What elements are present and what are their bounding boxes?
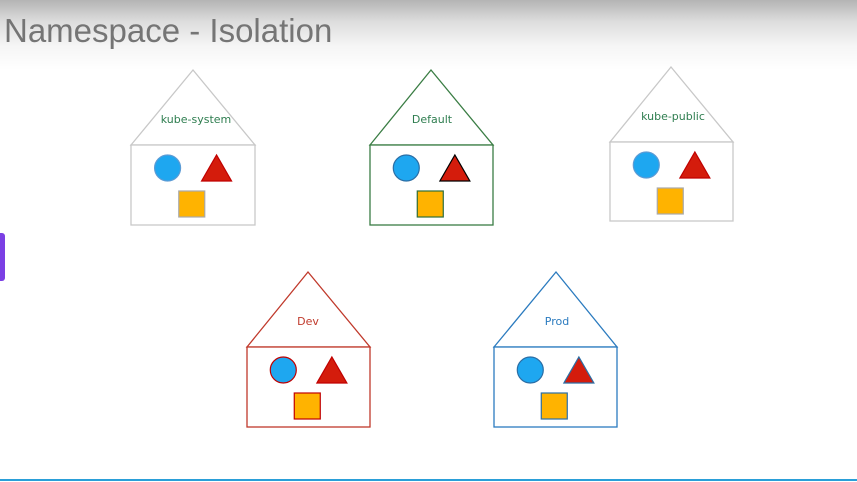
namespace-diagram: kube-system Default kube-public Dev Prod xyxy=(129,65,735,428)
circle-resource-icon xyxy=(153,154,182,182)
namespace-label: Default xyxy=(412,113,453,126)
namespace-kube-public: kube-public xyxy=(608,65,735,222)
namespace-label: Dev xyxy=(297,315,319,328)
square-resource-icon xyxy=(416,190,444,218)
namespace-label: Prod xyxy=(545,315,569,328)
circle-resource-icon xyxy=(632,151,660,179)
bottom-rule xyxy=(0,479,857,481)
house-roof xyxy=(368,68,495,146)
namespace-kube-system: kube-system xyxy=(129,68,257,226)
house-roof xyxy=(245,270,372,348)
namespace-label: kube-public xyxy=(641,110,705,123)
square-resource-icon xyxy=(178,190,206,218)
namespace-default: Default xyxy=(368,68,495,226)
square-resource-icon xyxy=(293,392,321,420)
circle-resource-icon xyxy=(516,356,544,384)
house-roof xyxy=(129,68,257,146)
namespace-prod: Prod xyxy=(492,270,619,428)
namespace-dev: Dev xyxy=(245,270,372,428)
circle-resource-icon xyxy=(269,356,297,384)
square-resource-icon xyxy=(656,187,684,215)
namespace-label: kube-system xyxy=(161,113,232,126)
circle-resource-icon xyxy=(392,154,420,182)
house-roof xyxy=(608,65,735,143)
house-roof xyxy=(492,270,619,348)
square-resource-icon xyxy=(540,392,568,420)
